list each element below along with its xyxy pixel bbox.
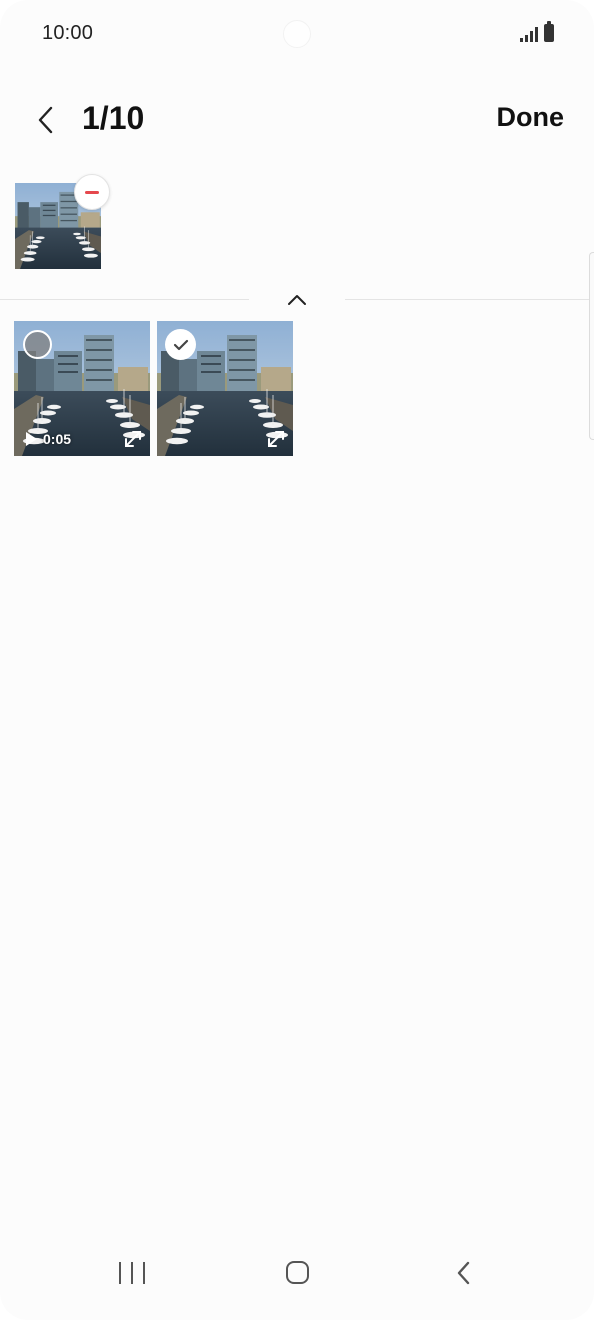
status-icons — [520, 21, 554, 42]
select-checkbox[interactable] — [23, 330, 52, 359]
side-panel-handle[interactable] — [589, 252, 594, 440]
recents-icon — [119, 1262, 121, 1284]
selected-checkbox[interactable] — [165, 329, 196, 360]
remove-selected-button[interactable] — [74, 174, 110, 210]
selection-counter: 1/10 — [82, 100, 145, 136]
gallery-item-image[interactable] — [157, 321, 293, 456]
chevron-left-icon — [38, 106, 53, 134]
recents-icon-bar — [143, 1262, 145, 1284]
expand-icon[interactable] — [122, 428, 144, 450]
collapse-tray-button[interactable] — [272, 284, 322, 316]
chevron-up-icon — [288, 295, 306, 305]
home-button[interactable] — [286, 1261, 309, 1284]
expand-icon[interactable] — [265, 428, 287, 450]
back-button[interactable] — [28, 102, 64, 138]
navigation-bar — [0, 1246, 594, 1320]
divider — [345, 299, 594, 300]
battery-icon — [544, 21, 554, 42]
signal-icon — [520, 26, 538, 42]
status-bar: 10:00 — [0, 0, 594, 66]
check-icon — [173, 339, 188, 350]
system-back-button[interactable] — [452, 1260, 476, 1286]
screen: 10:00 1/10 Done 0:05 — [0, 0, 594, 1320]
recents-icon-bar — [131, 1262, 133, 1284]
gallery-item-video[interactable]: 0:05 — [14, 321, 150, 456]
header: 1/10 Done — [0, 88, 594, 152]
divider — [0, 299, 249, 300]
recents-button[interactable] — [119, 1262, 145, 1284]
duration-label: 0:05 — [43, 431, 72, 447]
camera-cutout — [283, 20, 311, 48]
back-icon — [457, 1261, 470, 1285]
play-icon — [26, 432, 37, 446]
done-button[interactable]: Done — [497, 102, 565, 133]
status-time: 10:00 — [42, 22, 94, 44]
minus-icon — [85, 190, 99, 194]
video-duration: 0:05 — [26, 431, 71, 447]
